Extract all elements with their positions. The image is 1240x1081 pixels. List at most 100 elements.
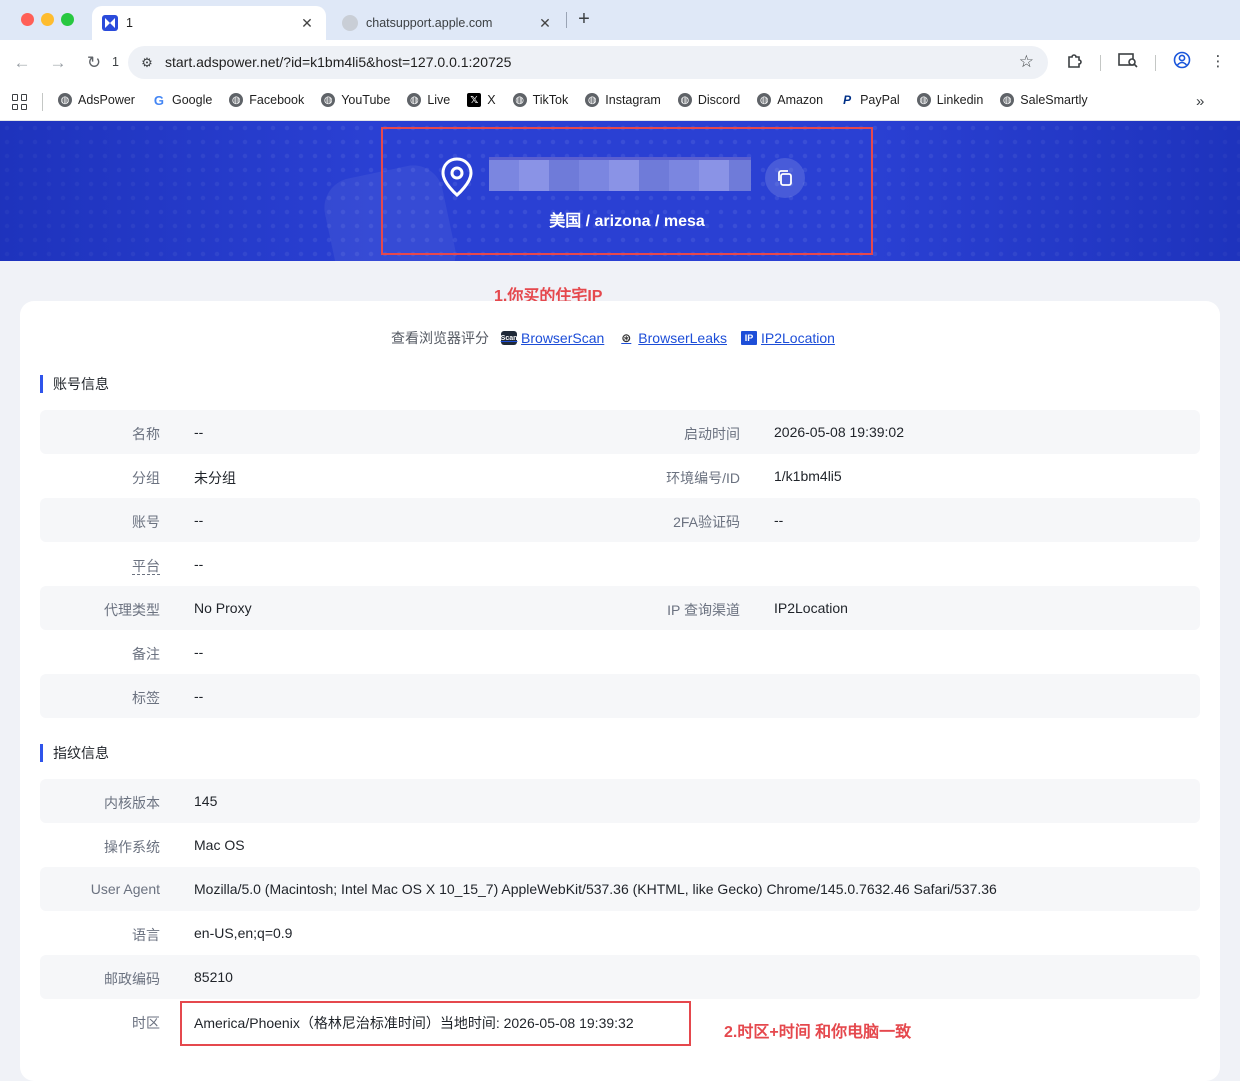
bookmark-x[interactable]: 𝕏X: [467, 93, 496, 107]
row-value: 2026-05-08 19:39:02: [774, 424, 904, 440]
row-value: en-US,en;q=0.9: [194, 925, 293, 941]
bookmark-list: ◍ AdsPower G Google ◍ Facebook ◍ YouTube ◍ Li…: [58, 93, 1105, 108]
globe-icon: ◍: [58, 93, 72, 107]
browser-toolbar: ← → ↻ 1 ⚙ start.adspower.net/?id=k1bm4li…: [0, 40, 1240, 85]
bookmark-label: Amazon: [777, 93, 824, 107]
bookmark-label: PayPal: [860, 93, 900, 107]
new-tab-icon[interactable]: +: [574, 9, 594, 31]
bookmarks-separator: [42, 93, 43, 111]
row-label: 语言: [132, 927, 160, 943]
globe-icon: ◍: [916, 93, 931, 107]
bookmark-adspower[interactable]: ◍ AdsPower: [58, 93, 135, 107]
row-value: --: [194, 424, 204, 440]
bookmark-label: Discord: [697, 93, 741, 107]
row-label: 账号: [132, 514, 160, 530]
table-row: 账号 -- 2FA验证码 --: [40, 498, 1200, 542]
bookmark-live[interactable]: ◍ Live: [407, 93, 450, 107]
section-title-fingerprint: 指纹信息: [40, 744, 109, 762]
bookmark-youtube[interactable]: ◍ YouTube: [321, 93, 390, 107]
table-row: 邮政编码 85210: [40, 955, 1200, 999]
row-label: 分组: [132, 470, 160, 486]
bookmark-star-icon[interactable]: ☆: [1019, 52, 1034, 72]
table-row: 分组 未分组 环境编号/ID 1/k1bm4li5: [40, 454, 1200, 498]
maximize-window-button[interactable]: [61, 13, 74, 26]
table-row: 语言 en-US,en;q=0.9: [40, 911, 1200, 955]
forward-arrow-icon[interactable]: →: [46, 51, 70, 75]
bookmark-amazon[interactable]: ◍ Amazon: [757, 93, 823, 107]
globe-icon: ◍: [1000, 93, 1015, 107]
tab-title: 1: [126, 16, 133, 30]
bookmark-label: AdsPower: [78, 93, 135, 107]
x-logo-icon: 𝕏: [467, 93, 482, 107]
bookmark-discord[interactable]: ◍ Discord: [677, 93, 741, 107]
bookmark-facebook[interactable]: ◍ Facebook: [229, 93, 304, 107]
bookmark-linkedin[interactable]: ◍ Linkedin: [916, 93, 983, 107]
minimize-window-button[interactable]: [41, 13, 54, 26]
platform-label[interactable]: 平台: [132, 558, 160, 575]
fingerprint-icon: ⊛: [621, 331, 632, 345]
table-row: User Agent Mozilla/5.0 (Macintosh; Intel…: [40, 867, 1200, 911]
reload-icon[interactable]: ↻: [82, 51, 106, 75]
row-label: 邮政编码: [104, 971, 160, 987]
toolbar-divider: [1100, 55, 1101, 71]
bookmark-paypal[interactable]: P PayPal: [840, 93, 900, 107]
profile-icon[interactable]: [1171, 51, 1193, 73]
table-row: 名称 -- 启动时间 2026-05-08 19:39:02: [40, 410, 1200, 454]
ip-hero-banner: 美国 / arizona / mesa: [0, 121, 1240, 261]
row-value: 1/k1bm4li5: [774, 468, 842, 484]
row-label: 时区: [132, 1015, 160, 1031]
tab-separator: [566, 12, 567, 28]
table-row: 标签 --: [40, 674, 1200, 718]
annotation-box-ip: [381, 127, 873, 255]
table-row: 操作系统 Mac OS: [40, 823, 1200, 867]
row-label: IP 查询渠道: [667, 602, 740, 618]
table-row: 内核版本 145: [40, 779, 1200, 823]
tab-active[interactable]: 1 ✕: [92, 6, 326, 40]
bookmark-google[interactable]: G Google: [152, 93, 212, 108]
apps-grid-icon[interactable]: [12, 94, 28, 110]
menu-dots-icon[interactable]: ⋮: [1207, 51, 1229, 73]
back-arrow-icon[interactable]: ←: [10, 51, 34, 75]
browserscan-icon: Scan: [501, 331, 517, 345]
url-text[interactable]: start.adspower.net/?id=k1bm4li5&host=127…: [165, 54, 511, 70]
row-value: --: [194, 556, 204, 572]
adspower-favicon-icon: [102, 15, 118, 31]
tab-close-icon[interactable]: ✕: [298, 15, 316, 32]
bookmark-label: Facebook: [249, 93, 305, 107]
bookmarks-bar: ◍ AdsPower G Google ◍ Facebook ◍ YouTube ◍ Li…: [0, 85, 1240, 121]
bookmark-label: SaleSmartly: [1020, 93, 1088, 107]
tab-close-icon[interactable]: ✕: [536, 15, 554, 32]
section-title-account: 账号信息: [40, 375, 109, 393]
site-info-icon[interactable]: ⚙: [136, 52, 158, 74]
bookmark-tiktok[interactable]: ◍ TikTok: [512, 93, 568, 107]
bookmark-instagram[interactable]: ◍ Instagram: [585, 93, 661, 107]
globe-icon: ◍: [229, 93, 244, 107]
close-window-button[interactable]: [21, 13, 34, 26]
extensions-icon[interactable]: [1064, 51, 1086, 73]
row-label: User Agent: [90, 881, 160, 897]
browserscan-link[interactable]: Scan BrowserScan: [501, 330, 605, 346]
globe-icon: ◍: [512, 93, 527, 107]
globe-icon: ◍: [407, 93, 422, 107]
paypal-icon: P: [843, 93, 852, 107]
ip2location-link[interactable]: IP IP2Location: [741, 330, 835, 346]
tab-title: chatsupport.apple.com: [366, 16, 493, 30]
bookmark-salesmartly[interactable]: ◍ SaleSmartly: [1000, 93, 1088, 107]
browserleaks-link[interactable]: ⊛ BrowserLeaks: [618, 330, 727, 346]
more-bookmarks-icon[interactable]: »: [1196, 93, 1204, 110]
row-label: 操作系统: [104, 839, 160, 855]
ip2location-icon: IP: [741, 331, 757, 345]
address-bar[interactable]: ⚙ start.adspower.net/?id=k1bm4li5&host=1…: [128, 46, 1048, 79]
row-value: 85210: [194, 969, 233, 985]
link-text: BrowserLeaks: [638, 330, 727, 346]
tab-inactive[interactable]: chatsupport.apple.com ✕: [332, 6, 564, 40]
tab-search-icon[interactable]: [1117, 51, 1139, 73]
row-value: --: [774, 512, 784, 528]
annotation-box-timezone: [180, 1001, 691, 1046]
row-label: 名称: [132, 426, 160, 442]
bookmark-label: Instagram: [605, 93, 661, 107]
row-label[interactable]: 平台: [40, 556, 160, 576]
globe-favicon-icon: [342, 15, 358, 31]
row-label: 备注: [132, 646, 160, 662]
tab-bar: 1 ✕ chatsupport.apple.com ✕ +: [0, 0, 1240, 40]
